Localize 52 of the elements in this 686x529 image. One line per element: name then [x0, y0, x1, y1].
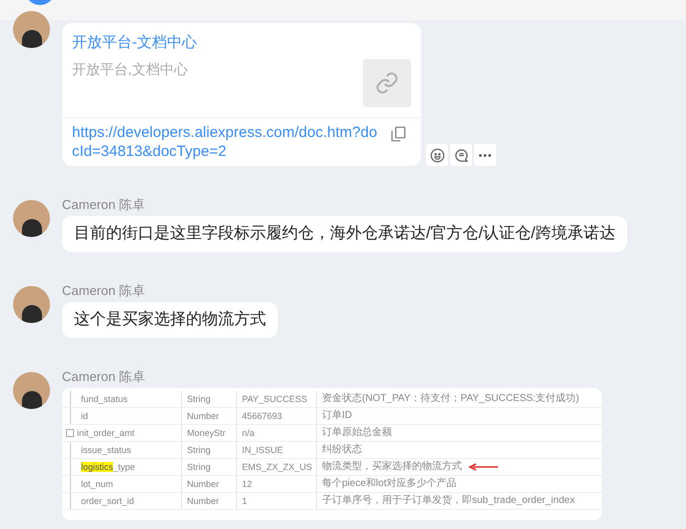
field-name: lot_num	[81, 478, 114, 491]
field-name: fund_status	[81, 393, 128, 406]
table-screenshot[interactable]	[62, 388, 602, 520]
field-name: logistics_type	[81, 461, 136, 474]
field-description: 每个piece和lot对应多少个产品	[322, 476, 456, 491]
field-value: n/a	[242, 428, 255, 438]
avatar-photo-placeholder	[13, 200, 50, 237]
field-description: 订单原始总金额	[322, 426, 392, 440]
avatar-photo-placeholder	[13, 372, 50, 409]
avatar-photo-placeholder	[13, 286, 50, 323]
field-type: Number	[187, 411, 220, 421]
field-type: String	[187, 394, 211, 404]
field-type: String	[187, 445, 211, 455]
field-name: order_sort_id	[81, 495, 134, 508]
more-button[interactable]	[474, 144, 496, 166]
more-dots-icon	[479, 154, 491, 156]
field-value: 45667693	[242, 411, 282, 421]
sender-name: Cameron 陈卓	[62, 197, 146, 213]
field-description: 子订单序号，用于子订单发货，即sub_trade_order_index	[322, 494, 575, 508]
speech-bubble-icon	[454, 148, 468, 162]
emoji-reaction-button[interactable]	[426, 144, 448, 166]
smiley-icon	[430, 148, 444, 162]
copy-icon[interactable]	[389, 125, 407, 143]
field-description: 资金状态(NOT_PAY：待支付；PAY_SUCCESS:支付成功)	[322, 392, 580, 406]
link-url[interactable]: https://developers.aliexpress.com/doc.htm?docId=34813&docType=2	[72, 123, 381, 161]
field-type: Number	[187, 479, 220, 489]
field-name: init_order_amt	[77, 427, 135, 440]
field-value: 1	[242, 496, 248, 506]
link-thumbnail-icon	[363, 59, 411, 107]
field-value: 12	[242, 479, 252, 489]
reply-button[interactable]	[450, 144, 472, 166]
sender-name: Cameron 陈卓	[62, 283, 146, 299]
field-type: Number	[187, 496, 220, 506]
arrow-icon	[468, 463, 498, 471]
link-description: 开放平台,文档中心	[72, 60, 189, 79]
sender-name: Cameron 陈卓	[62, 369, 146, 385]
message-bubble: 目前的街口是这里字段标示履约仓，海外仓承诺达/官方仓/认证仓/跨境承诺达	[62, 216, 628, 252]
link-title[interactable]: 开放平台-文档中心	[72, 33, 355, 53]
field-name: id	[81, 410, 88, 423]
field-description: 纠纷状态	[322, 442, 362, 457]
field-description: 物流类型，买家选择的物流方式	[322, 460, 462, 474]
expand-box-icon	[66, 429, 74, 437]
message-bubble: 这个是买家选择的物流方式	[62, 302, 278, 338]
field-value: PAY_SUCCESS	[242, 394, 308, 404]
field-description: 订单ID	[322, 408, 352, 423]
field-type: String	[187, 462, 211, 472]
field-value: IN_ISSUE	[242, 445, 284, 455]
link-card[interactable]: 开放平台-文档中心 开放平台,文档中心 https://developers.aliexpress.com/doc.htm?docId=34813&docType=2	[62, 23, 421, 166]
field-name: issue_status	[81, 444, 132, 457]
field-value: EMS_ZX_ZX_US	[242, 462, 312, 472]
field-type: MoneyStr	[187, 428, 226, 438]
avatar-photo-placeholder	[13, 11, 50, 48]
